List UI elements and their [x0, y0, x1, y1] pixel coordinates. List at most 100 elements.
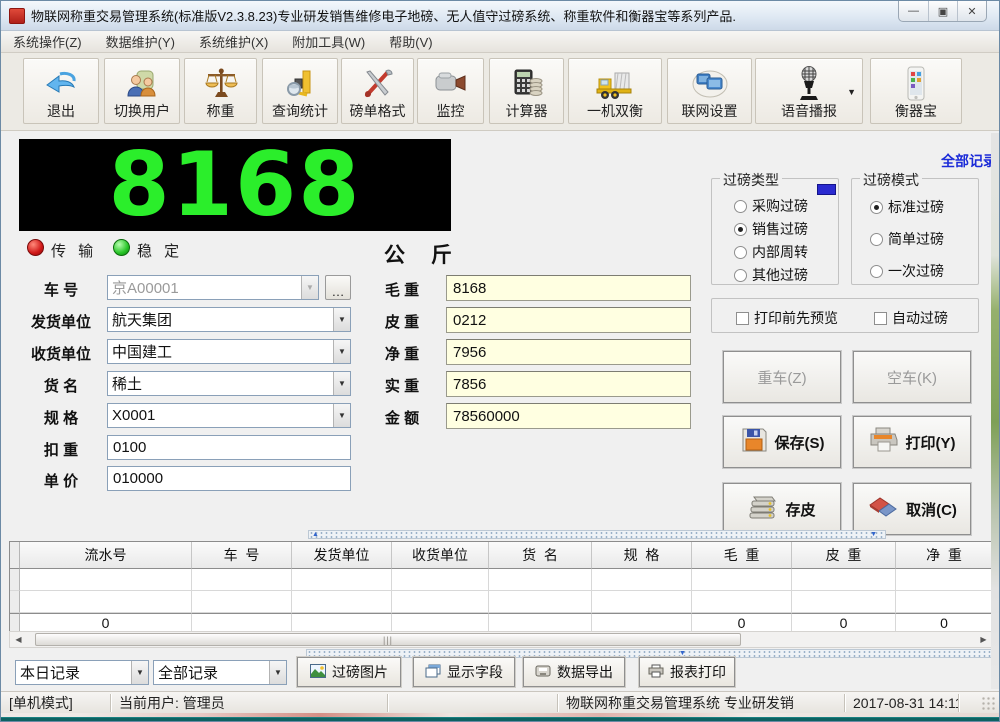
col-net[interactable]: 净 重: [896, 542, 992, 569]
table-row[interactable]: [10, 591, 992, 613]
cancel-button[interactable]: 取消(C): [853, 483, 971, 535]
splitter-up-icon[interactable]: ▲: [312, 531, 319, 538]
scrollbar-thumb[interactable]: |||: [35, 633, 741, 646]
dropdown-arrow-icon[interactable]: ▼: [847, 87, 856, 97]
cell: [392, 591, 489, 613]
col-shipper[interactable]: 发货单位: [292, 542, 392, 569]
menu-bar: 系统操作(Z) 数据维护(Y) 系统维护(X) 附加工具(W) 帮助(V): [1, 31, 999, 53]
row-selector[interactable]: [10, 591, 20, 613]
ticket-format-button[interactable]: 磅单格式: [341, 58, 414, 124]
chevron-down-icon[interactable]: ▼: [333, 404, 350, 427]
col-spec[interactable]: 规 格: [592, 542, 692, 569]
price-input[interactable]: 010000: [107, 466, 351, 491]
radio-other[interactable]: 其他过磅: [734, 265, 808, 285]
chevron-down-icon[interactable]: ▼: [333, 340, 350, 363]
chevron-down-icon[interactable]: ▼: [301, 276, 318, 299]
splitter-down-icon[interactable]: ▼: [679, 650, 686, 657]
report-print-label: 报表打印: [670, 662, 726, 682]
weigh-photo-button[interactable]: 过磅图片: [297, 657, 401, 687]
printer-icon: [869, 426, 899, 458]
receiver-combo[interactable]: 中国建工▼: [107, 339, 351, 364]
total-net: 0: [896, 613, 992, 632]
chevron-down-icon[interactable]: ▼: [333, 372, 350, 395]
current-user-status: 当前用户: 管理员: [111, 694, 388, 712]
resize-grip[interactable]: [981, 696, 995, 710]
period-combo[interactable]: 本日记录▼: [15, 660, 149, 685]
vehicle-more-button[interactable]: …: [325, 275, 351, 300]
save-tare-label: 存皮: [785, 499, 815, 520]
radio-purchase[interactable]: 采购过磅: [734, 196, 808, 216]
query-stats-button[interactable]: 查询统计: [262, 58, 338, 124]
menu-extra-tools[interactable]: 附加工具(W): [280, 31, 377, 52]
auto-weigh-checkbox[interactable]: 自动过磅: [874, 308, 948, 328]
tare-field[interactable]: 0212: [446, 307, 691, 333]
eraser-icon: [867, 495, 899, 523]
dual-scale-button[interactable]: 一机双衡: [568, 58, 662, 124]
amount-label: 金 额: [371, 407, 433, 428]
scroll-left-icon[interactable]: ◀: [10, 632, 27, 647]
checkbox-label: 打印前先预览: [754, 308, 838, 328]
table-row[interactable]: [10, 569, 992, 591]
save-button[interactable]: 保存(S): [723, 416, 841, 468]
calculator-icon: [510, 65, 544, 103]
menu-system-maintenance[interactable]: 系统维护(X): [187, 31, 280, 52]
actual-field[interactable]: 7856: [446, 371, 691, 397]
radio-sale[interactable]: 销售过磅: [734, 219, 808, 239]
deduct-input[interactable]: 0100: [107, 435, 351, 460]
radio-internal[interactable]: 内部周转: [734, 242, 808, 262]
menu-help[interactable]: 帮助(V): [377, 31, 444, 52]
all-records-link[interactable]: 全部记录: [941, 151, 997, 171]
goods-combo[interactable]: 稀土▼: [107, 371, 351, 396]
radio-once[interactable]: 一次过磅: [870, 261, 944, 281]
switch-user-button[interactable]: 切换用户: [104, 58, 180, 124]
weigh-button[interactable]: 称重: [184, 58, 257, 124]
scope-combo[interactable]: 全部记录▼: [153, 660, 287, 685]
report-print-button[interactable]: 报表打印: [639, 657, 735, 687]
chevron-down-icon[interactable]: ▼: [131, 661, 148, 684]
menu-system-operation[interactable]: 系统操作(Z): [1, 31, 94, 52]
horizontal-scrollbar[interactable]: ◀ ||| ▶: [9, 631, 993, 648]
heavy-vehicle-button[interactable]: 重车(Z): [723, 351, 841, 403]
hengqibao-button[interactable]: 衡器宝: [870, 58, 962, 124]
network-settings-button[interactable]: 联网设置: [667, 58, 752, 124]
col-vehicle[interactable]: 车 号: [192, 542, 292, 569]
chevron-down-icon[interactable]: ▼: [333, 308, 350, 331]
monitor-button[interactable]: 监控: [417, 58, 484, 124]
empty-vehicle-button[interactable]: 空车(K): [853, 351, 971, 403]
chevron-down-icon[interactable]: ▼: [269, 661, 286, 684]
splitter-down-icon[interactable]: ▼: [870, 531, 877, 538]
col-tare[interactable]: 皮 重: [792, 542, 896, 569]
gross-field[interactable]: 8168: [446, 275, 691, 301]
col-gross[interactable]: 毛 重: [692, 542, 792, 569]
exit-button[interactable]: 退出: [23, 58, 99, 124]
cell: [792, 569, 896, 591]
radio-standard[interactable]: 标准过磅: [870, 197, 944, 217]
menu-data-maintenance[interactable]: 数据维护(Y): [94, 31, 187, 52]
data-export-button[interactable]: 数据导出: [523, 657, 625, 687]
system-info-status: 物联网称重交易管理系统 专业研发销: [558, 694, 845, 712]
shipper-combo[interactable]: 航天集团▼: [107, 307, 351, 332]
calculator-button[interactable]: 计算器: [489, 58, 564, 124]
tare-label: 皮 重: [371, 311, 433, 332]
row-selector-header: [10, 542, 20, 569]
voice-broadcast-button[interactable]: ▼ 语音播报: [755, 58, 863, 124]
col-goods[interactable]: 货 名: [489, 542, 592, 569]
show-fields-button[interactable]: 显示字段: [413, 657, 515, 687]
close-button[interactable]: ✕: [957, 1, 986, 21]
col-serial[interactable]: 流水号: [20, 542, 192, 569]
minimize-button[interactable]: —: [899, 1, 928, 21]
radio-simple[interactable]: 简单过磅: [870, 229, 944, 249]
print-button[interactable]: 打印(Y): [853, 416, 971, 468]
save-tare-button[interactable]: 存皮: [723, 483, 841, 535]
maximize-button[interactable]: ▣: [928, 1, 957, 21]
amount-field[interactable]: 78560000: [446, 403, 691, 429]
vehicle-combo[interactable]: 京A00001▼: [107, 275, 319, 300]
preview-checkbox[interactable]: 打印前先预览: [736, 308, 838, 328]
row-selector[interactable]: [10, 569, 20, 591]
splitter-top[interactable]: ▲ ▼: [308, 530, 886, 539]
col-receiver[interactable]: 收货单位: [392, 542, 489, 569]
cell: [292, 591, 392, 613]
spec-combo[interactable]: X0001▼: [107, 403, 351, 428]
scroll-right-icon[interactable]: ▶: [975, 632, 992, 647]
net-field[interactable]: 7956: [446, 339, 691, 365]
